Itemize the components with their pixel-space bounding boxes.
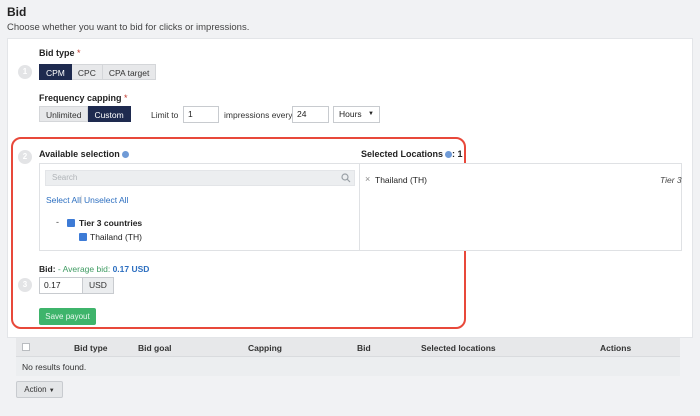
thailand-checkbox[interactable] [79,233,87,241]
bid-summary: Bid: - Average bid: 0.17 USD [39,264,150,274]
time-unit-value: Hours [339,109,362,119]
column-selected-locations: Selected locations [421,343,496,353]
location-search-input[interactable]: Search [45,170,355,186]
tier3-checkbox[interactable] [67,219,75,227]
capping-unlimited-button[interactable]: Unlimited [39,106,89,122]
search-icon[interactable] [341,173,351,183]
bid-type-cpc-button[interactable]: CPC [71,64,103,80]
column-bid-type: Bid type [74,343,108,353]
column-bid-goal: Bid goal [138,343,172,353]
select-all-link[interactable]: Select All [46,195,81,205]
step-1-badge: 1 [18,65,32,79]
selected-location-tier: Tier 3 [660,175,682,185]
bid-currency-addon: USD [83,277,114,294]
impressions-every-label: impressions every [224,110,293,120]
frequency-capping-group: Unlimited Custom [39,106,131,122]
bids-table: Bid type Bid goal Capping Bid Selected l… [16,338,680,376]
step-3-badge: 3 [18,278,32,292]
selected-locations-label: Selected Locations: 1 [361,149,463,159]
info-icon[interactable] [121,151,129,159]
bid-type-cpm-button[interactable]: CPM [39,64,72,80]
bid-type-cpa-target-button[interactable]: CPA target [102,64,157,80]
panel-divider [359,163,360,251]
info-icon[interactable] [445,151,453,159]
chevron-down-icon: ▼ [368,111,374,117]
column-actions: Actions [600,343,632,353]
action-dropdown-button[interactable]: Action ▼ [16,381,63,398]
table-header: Bid type Bid goal Capping Bid Selected l… [16,338,680,357]
page-title: Bid [7,5,27,19]
save-payout-button[interactable]: Save payout [39,308,96,325]
time-unit-select[interactable]: Hours ▼ [333,106,380,123]
unselect-all-link[interactable]: Unselect All [84,195,128,205]
selected-location-item: Thailand (TH) [375,175,427,185]
capping-custom-button[interactable]: Custom [88,106,131,122]
thailand-tree-label: Thailand (TH) [90,232,142,242]
empty-row: No results found. [16,357,680,376]
limit-to-label: Limit to [151,110,179,120]
remove-location-icon[interactable]: × [365,174,370,184]
column-capping: Capping [248,343,282,353]
link-separator: | [80,194,83,204]
column-bid: Bid [357,343,371,353]
step-2-badge: 2 [18,150,32,164]
available-selection-label: Available selection [39,149,129,159]
bid-type-label: Bid type * [39,48,81,58]
bid-input-group: 0.17 USD [39,277,114,294]
select-all-rows-checkbox[interactable] [22,343,30,351]
action-label: Action [24,385,47,394]
bid-amount-input[interactable]: 0.17 [39,277,83,294]
bid-type-group: CPM CPC CPA target [39,64,157,80]
tier3-group-label: Tier 3 countries [79,218,143,228]
page-subtitle: Choose whether you want to bid for click… [7,22,250,33]
collapse-toggle-icon[interactable]: - [56,217,59,227]
chevron-down-icon: ▼ [48,388,55,394]
every-hours-input[interactable]: 24 [292,106,329,123]
frequency-capping-label: Frequency capping * [39,93,128,103]
limit-count-input[interactable]: 1 [183,106,219,123]
